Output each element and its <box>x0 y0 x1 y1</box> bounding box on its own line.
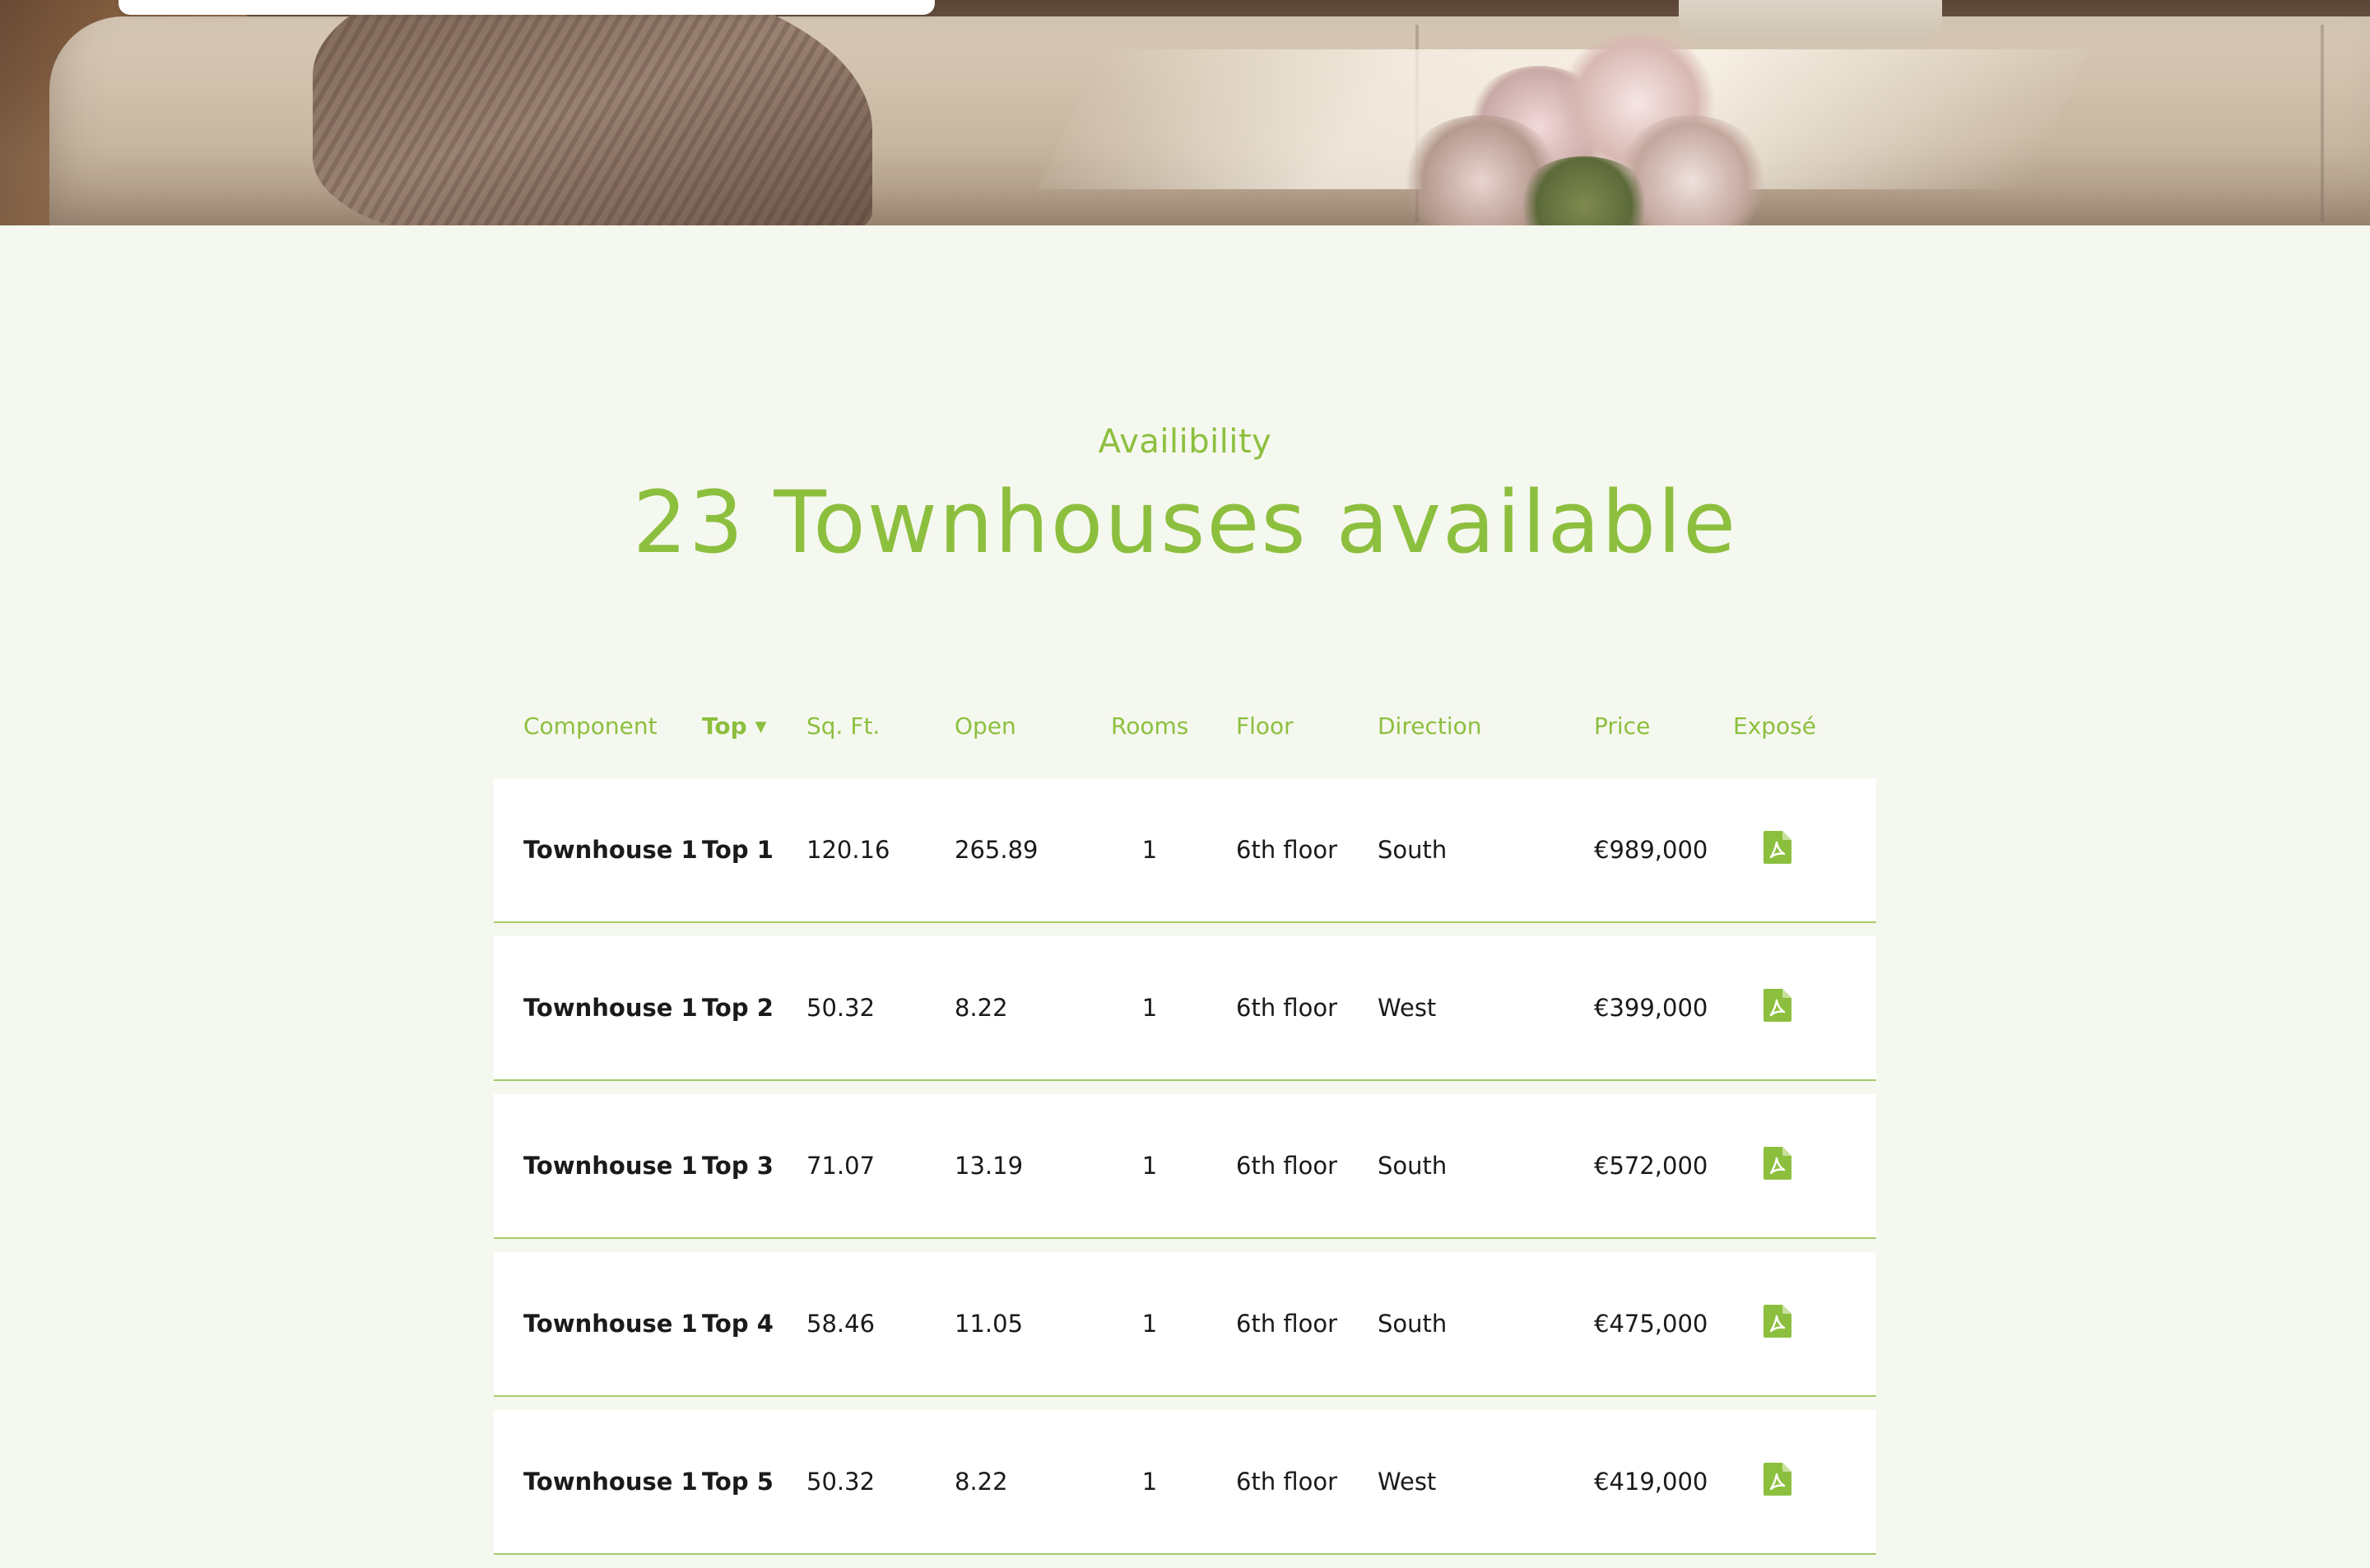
cell-sqft: 58.46 <box>806 1310 876 1338</box>
cell-floor: 6th floor <box>1236 836 1338 864</box>
column-header-expose[interactable]: Exposé <box>1733 704 1816 749</box>
cell-rooms: 1 <box>1141 1310 1158 1338</box>
cell-top: Top 4 <box>702 1310 774 1338</box>
cell-sqft: 50.32 <box>806 1468 876 1496</box>
cell-floor: 6th floor <box>1236 1152 1338 1180</box>
cell-direction: West <box>1378 994 1437 1022</box>
cell-sqft: 71.07 <box>806 1152 876 1180</box>
cell-price: €989,000 <box>1594 836 1708 864</box>
cell-direction: South <box>1378 836 1448 864</box>
cell-floor: 6th floor <box>1236 1310 1338 1338</box>
cell-rooms: 1 <box>1141 836 1158 864</box>
cell-top: Top 1 <box>702 836 774 864</box>
cell-direction: South <box>1378 1152 1448 1180</box>
cell-open: 8.22 <box>955 994 1008 1022</box>
cell-top: Top 5 <box>702 1468 774 1496</box>
cell-price: €475,000 <box>1594 1310 1708 1338</box>
page-title: 23 Townhouses available <box>632 472 1738 573</box>
column-header-price[interactable]: Price <box>1594 704 1650 749</box>
column-header-floor[interactable]: Floor <box>1236 704 1294 749</box>
column-header-open[interactable]: Open <box>955 704 1016 749</box>
cell-component: Townhouse 1 <box>523 1468 698 1496</box>
cell-top: Top 3 <box>702 1152 774 1180</box>
cell-open: 265.89 <box>955 836 1039 864</box>
availability-table: Component Top ▼ Sq. Ft. Open Rooms Floor … <box>494 704 1876 1568</box>
cell-price: €572,000 <box>1594 1152 1708 1180</box>
cell-top: Top 2 <box>702 994 774 1022</box>
pdf-icon[interactable] <box>1764 989 1791 1022</box>
cell-rooms: 1 <box>1141 1152 1158 1180</box>
cell-direction: West <box>1378 1468 1437 1496</box>
cell-direction: South <box>1378 1310 1448 1338</box>
table-row[interactable]: Townhouse 1 Top 4 58.46 11.05 1 6th floo… <box>494 1252 1876 1397</box>
table-row[interactable]: Townhouse 1 Top 5 50.32 8.22 1 6th floor… <box>494 1410 1876 1555</box>
pdf-icon[interactable] <box>1764 1305 1791 1338</box>
cell-open: 13.19 <box>955 1152 1024 1180</box>
section-eyebrow: Availibility <box>1098 423 1272 461</box>
cell-sqft: 50.32 <box>806 994 876 1022</box>
cell-floor: 6th floor <box>1236 1468 1338 1496</box>
hero-image <box>0 0 2370 225</box>
cell-floor: 6th floor <box>1236 994 1338 1022</box>
column-header-direction[interactable]: Direction <box>1378 704 1482 749</box>
cell-component: Townhouse 1 <box>523 1152 698 1180</box>
cell-sqft: 120.16 <box>806 836 890 864</box>
table-row[interactable]: Townhouse 1 Top 2 50.32 8.22 1 6th floor… <box>494 936 1876 1081</box>
caret-down-icon: ▼ <box>755 718 767 735</box>
column-header-rooms[interactable]: Rooms <box>1111 704 1188 749</box>
table-header: Component Top ▼ Sq. Ft. Open Rooms Floor … <box>494 704 1876 778</box>
cell-open: 11.05 <box>955 1310 1024 1338</box>
pdf-icon[interactable] <box>1764 831 1791 864</box>
cell-open: 8.22 <box>955 1468 1008 1496</box>
cell-component: Townhouse 1 <box>523 994 698 1022</box>
column-header-sqft[interactable]: Sq. Ft. <box>806 704 880 749</box>
table-row[interactable]: Townhouse 1 Top 3 71.07 13.19 1 6th floo… <box>494 1094 1876 1239</box>
cell-component: Townhouse 1 <box>523 1310 698 1338</box>
hero-flowers <box>1366 16 1827 225</box>
cell-component: Townhouse 1 <box>523 836 698 864</box>
pdf-icon[interactable] <box>1764 1463 1791 1496</box>
column-header-top-label: Top <box>702 712 747 740</box>
hero-throw-blanket <box>313 0 872 225</box>
top-search-card <box>118 0 935 15</box>
pdf-icon[interactable] <box>1764 1147 1791 1180</box>
cell-rooms: 1 <box>1141 994 1158 1022</box>
column-header-top[interactable]: Top ▼ <box>702 704 767 749</box>
hero-sofa-seam <box>2321 25 2324 222</box>
table-body: Townhouse 1 Top 1 120.16 265.89 1 6th fl… <box>494 778 1876 1555</box>
cell-price: €399,000 <box>1594 994 1708 1022</box>
cell-rooms: 1 <box>1141 1468 1158 1496</box>
cell-price: €419,000 <box>1594 1468 1708 1496</box>
table-row[interactable]: Townhouse 1 Top 1 120.16 265.89 1 6th fl… <box>494 778 1876 923</box>
column-header-component[interactable]: Component <box>523 704 658 749</box>
